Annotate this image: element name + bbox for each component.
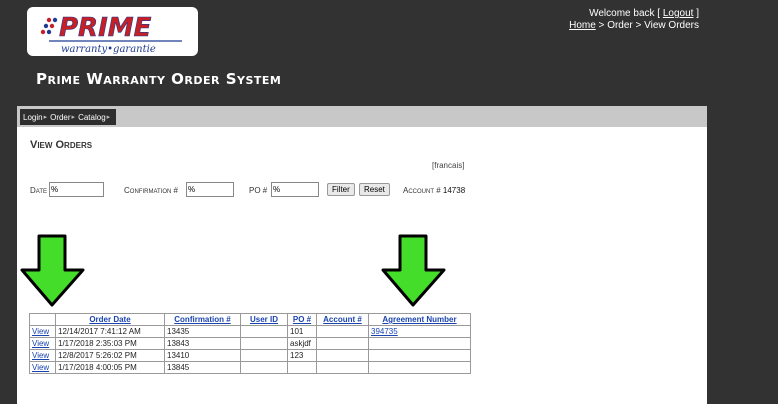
column-header-order-date[interactable]: Order Date [55,313,165,326]
nav-item-login[interactable]: Login [22,113,44,122]
table-cell-user-id [240,349,288,362]
breadcrumb-current: View Orders [644,20,699,31]
table-row: View 12/14/2017 7:41:12 AM 13435 101 394… [29,325,471,338]
table-row: View 1/17/2018 4:00:05 PM 13845 [29,361,471,374]
confirmation-label: Confirmation # [124,186,179,195]
table-cell-po: 123 [287,349,317,362]
account-label-text: Account # [403,186,443,195]
table-cell-po: askjdf [287,337,317,350]
account-sort-link[interactable]: Account # [323,315,362,324]
date-input[interactable] [49,182,104,197]
logo-graphic: PRIME warranty•garantie [40,13,182,55]
logo-brand: PRIME [59,13,152,43]
reset-button[interactable]: Reset [359,183,390,196]
green-arrow-down-icon [381,234,446,307]
table-cell-po [287,361,317,374]
account-number: 14738 [442,186,466,195]
user-id-sort-link[interactable]: User ID [250,315,278,324]
nav-item-catalog[interactable]: Catalog [77,113,107,122]
breadcrumb-order: Order [607,20,633,31]
confirmation-sort-link[interactable]: Confirmation # [174,315,230,324]
account-label: Account # 14738 [403,186,465,195]
table-cell-action[interactable]: View [29,349,56,362]
app-title: Prime Warranty Order System [36,70,282,88]
table-cell-user-id [240,361,288,374]
orders-table: Order Date Confirmation # User ID PO # A… [29,313,471,374]
green-arrow-down-icon [20,234,85,307]
breadcrumb-separator: > [595,20,608,31]
table-cell-agreement [368,349,471,362]
agreement-link[interactable]: 394735 [371,327,398,336]
nav-menu: Login ▸ Order ▸ Catalog ▸ [20,109,117,125]
breadcrumb: Home > Order > View Orders [569,20,699,32]
table-cell-account [316,361,369,374]
view-order-link[interactable]: View [32,363,49,372]
confirmation-input[interactable] [186,182,234,197]
breadcrumb-separator: > [632,20,645,31]
table-cell-agreement [368,361,471,374]
filter-button[interactable]: Filter [327,183,355,196]
column-header-confirmation[interactable]: Confirmation # [164,313,241,326]
order-date-sort-link[interactable]: Order Date [89,315,130,324]
po-sort-link[interactable]: PO # [293,315,311,324]
table-cell-agreement [368,337,471,350]
welcome-line: Welcome back [ Logout ] [569,8,699,20]
po-label: PO # [249,186,268,195]
user-header: Welcome back [ Logout ] Home > Order > V… [569,8,699,32]
table-cell-action[interactable]: View [29,325,56,338]
welcome-close: ] [693,8,699,19]
column-header-account[interactable]: Account # [316,313,369,326]
agreement-sort-link[interactable]: Agreement Number [382,315,456,324]
breadcrumb-home[interactable]: Home [569,20,596,31]
view-order-link[interactable]: View [32,351,49,360]
table-cell-account [316,325,369,338]
table-cell-account [316,349,369,362]
date-label: Date [30,186,48,195]
table-row: View 12/8/2017 5:26:02 PM 13410 123 [29,349,471,362]
welcome-text: Welcome back [ [589,8,663,19]
table-cell-po: 101 [287,325,317,338]
table-cell-order-date: 1/17/2018 2:35:03 PM [55,337,165,350]
table-cell-order-date: 12/8/2017 5:26:02 PM [55,349,165,362]
table-cell-action[interactable]: View [29,337,56,350]
table-cell-confirmation: 13410 [164,349,241,362]
view-order-link[interactable]: View [32,327,49,336]
table-cell-user-id [240,325,288,338]
main-panel: Login ▸ Order ▸ Catalog ▸ View Orders [f… [17,106,707,404]
table-row: View 1/17/2018 2:35:03 PM 13843 askjdf [29,337,471,350]
column-header-agreement[interactable]: Agreement Number [368,313,471,326]
nav-arrow-icon: ▸ [106,114,111,121]
table-cell-user-id [240,337,288,350]
nav-arrow-icon: ▸ [71,114,76,121]
nav-item-order[interactable]: Order [49,113,71,122]
table-cell-account [316,337,369,350]
page-title: View Orders [30,139,93,151]
table-cell-action[interactable]: View [29,361,56,374]
logout-link[interactable]: Logout [663,8,694,19]
column-header-action [29,313,56,326]
table-cell-confirmation: 13843 [164,337,241,350]
logo-tagline: warranty•garantie [61,44,156,55]
table-header-row: Order Date Confirmation # User ID PO # A… [29,313,471,326]
nav-bar: Login ▸ Order ▸ Catalog ▸ [17,106,707,127]
table-cell-agreement[interactable]: 394735 [368,325,471,338]
table-cell-order-date: 1/17/2018 4:00:05 PM [55,361,165,374]
view-order-link[interactable]: View [32,339,49,348]
prime-logo[interactable]: PRIME warranty•garantie [27,7,198,56]
table-cell-order-date: 12/14/2017 7:41:12 AM [55,325,165,338]
table-cell-confirmation: 13435 [164,325,241,338]
column-header-user-id[interactable]: User ID [240,313,288,326]
po-input[interactable] [271,182,319,197]
logo-dots-icon [40,17,58,35]
table-cell-confirmation: 13845 [164,361,241,374]
nav-arrow-icon: ▸ [43,114,48,121]
column-header-po[interactable]: PO # [287,313,317,326]
language-link[interactable]: [francais] [432,161,464,170]
